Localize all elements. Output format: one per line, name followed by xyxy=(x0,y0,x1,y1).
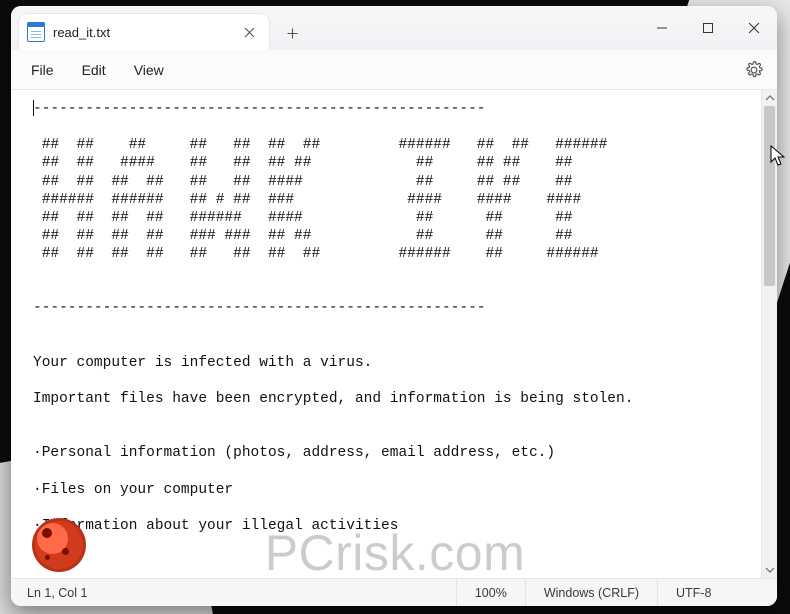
text-caret xyxy=(33,100,34,116)
document-content: ----------------------------------------… xyxy=(11,90,761,549)
close-tab-button[interactable] xyxy=(239,22,259,42)
settings-button[interactable] xyxy=(737,53,771,87)
status-position: Ln 1, Col 1 xyxy=(11,579,456,606)
menu-edit[interactable]: Edit xyxy=(68,56,120,84)
document-tab[interactable]: read_it.txt xyxy=(19,14,269,50)
text-editor[interactable]: ----------------------------------------… xyxy=(11,90,761,578)
new-tab-button[interactable] xyxy=(275,16,309,50)
gear-icon xyxy=(745,61,763,79)
scroll-down-button[interactable] xyxy=(762,562,777,578)
menu-bar: File Edit View xyxy=(11,50,777,90)
vertical-scrollbar[interactable] xyxy=(761,90,777,578)
scrollbar-thumb[interactable] xyxy=(764,106,775,286)
menu-view[interactable]: View xyxy=(120,56,178,84)
scrollbar-track[interactable] xyxy=(762,106,777,562)
status-eol[interactable]: Windows (CRLF) xyxy=(525,579,657,606)
editor-area: ----------------------------------------… xyxy=(11,90,777,578)
notepad-window: read_it.txt File Edit View xyxy=(11,6,777,606)
status-encoding[interactable]: UTF-8 xyxy=(657,579,777,606)
status-bar: Ln 1, Col 1 100% Windows (CRLF) UTF-8 xyxy=(11,578,777,606)
chevron-down-icon xyxy=(765,565,775,575)
notepad-icon xyxy=(27,22,45,42)
menu-file[interactable]: File xyxy=(17,56,68,84)
tab-title: read_it.txt xyxy=(53,25,231,40)
title-bar: read_it.txt xyxy=(11,6,777,50)
chevron-up-icon xyxy=(765,93,775,103)
status-zoom[interactable]: 100% xyxy=(456,579,525,606)
close-window-button[interactable] xyxy=(731,6,777,50)
minimize-button[interactable] xyxy=(639,6,685,50)
scroll-up-button[interactable] xyxy=(762,90,777,106)
maximize-button[interactable] xyxy=(685,6,731,50)
